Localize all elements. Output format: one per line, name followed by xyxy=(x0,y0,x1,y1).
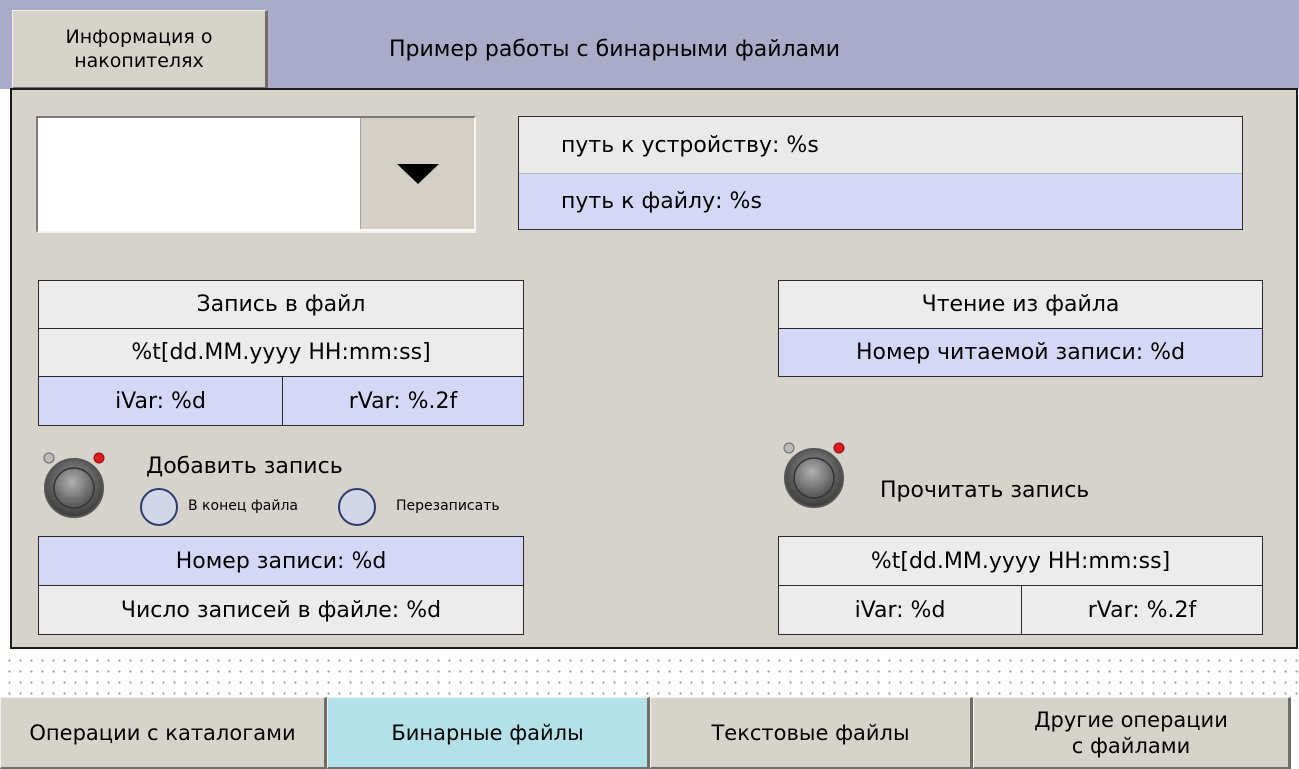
write-section-title: Запись в файл xyxy=(38,280,524,329)
device-path-display: путь к устройству: %s xyxy=(519,117,1242,173)
add-record-button[interactable] xyxy=(40,450,108,518)
push-button-icon xyxy=(783,442,845,508)
triangle-down-icon xyxy=(396,163,439,184)
nav-tab-other-file-ops[interactable]: Другие операции с файлами xyxy=(973,697,1291,769)
nav-tab-directories[interactable]: Операции с каталогами xyxy=(0,697,327,769)
read-rvar-display: rVar: %.2f xyxy=(1021,585,1263,635)
file-path-display: путь к файлу: %s xyxy=(519,173,1242,229)
read-section-title: Чтение из файла xyxy=(778,280,1263,329)
device-select-toggle[interactable] xyxy=(360,118,474,229)
record-number-field[interactable]: Номер записи: %d xyxy=(38,536,524,586)
radio-overwrite-label: Перезаписать xyxy=(396,498,500,514)
radio-append-label: В конец файла xyxy=(188,498,298,514)
dotted-separator xyxy=(0,651,1299,695)
read-datetime-display: %t[dd.MM.yyyy HH:mm:ss] xyxy=(778,536,1263,586)
read-ivar-display: iVar: %d xyxy=(778,585,1022,635)
record-count-display: Число записей в файле: %d xyxy=(38,585,524,635)
nav-tab-text-files[interactable]: Текстовые файлы xyxy=(650,697,973,769)
radio-append[interactable] xyxy=(140,488,178,526)
page-title: Пример работы с бинарными файлами xyxy=(389,37,840,62)
read-record-number-field[interactable]: Номер читаемой записи: %d xyxy=(778,328,1263,377)
write-datetime-field: %t[dd.MM.yyyy HH:mm:ss] xyxy=(38,328,524,377)
write-ivar-field[interactable]: iVar: %d xyxy=(38,376,283,426)
radio-overwrite[interactable] xyxy=(338,488,376,526)
add-record-label: Добавить запись xyxy=(146,454,343,479)
write-rvar-field[interactable]: rVar: %.2f xyxy=(282,376,524,426)
storage-info-button[interactable]: Информация о накопителях xyxy=(12,10,268,89)
read-record-button[interactable] xyxy=(780,440,848,508)
nav-tab-binary-files[interactable]: Бинарные файлы xyxy=(327,697,650,769)
read-record-label: Прочитать запись xyxy=(880,478,1090,503)
push-button-icon xyxy=(43,452,105,518)
